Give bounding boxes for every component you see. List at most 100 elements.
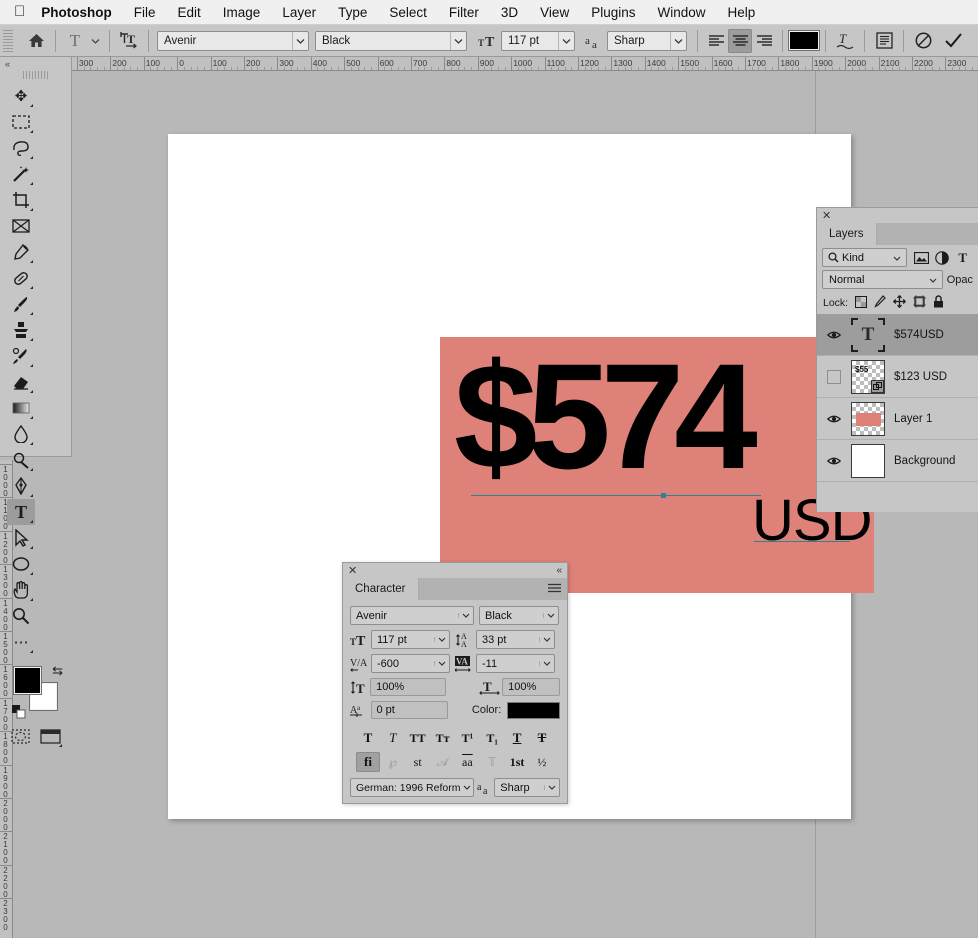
layer-name[interactable]: $123 USD <box>894 371 947 383</box>
dodge-tool[interactable] <box>7 447 35 473</box>
strikethrough-button[interactable]: T <box>530 728 554 748</box>
layer-visibility-toggle-on[interactable] <box>817 330 851 340</box>
menu-item-view[interactable]: View <box>529 5 580 20</box>
lock-position-icon[interactable] <box>893 295 906 311</box>
layer-thumbnail-smart-object[interactable]: $55 <box>851 359 885 394</box>
pixel-filter-icon[interactable] <box>911 248 932 267</box>
gradient-tool[interactable] <box>7 395 35 421</box>
quick-mask-icon[interactable] <box>7 723 35 749</box>
menu-item-image[interactable]: Image <box>212 5 272 20</box>
foreground-color-swatch[interactable] <box>13 666 42 695</box>
horizontal-ruler[interactable]: 300 200 100 0 100 200 300 400 500 600 700 800 900 100… <box>0 57 978 71</box>
blur-tool[interactable] <box>7 421 35 447</box>
char-anti-alias-select[interactable]: Sharp <box>494 778 560 797</box>
anti-alias-select[interactable]: Sharp <box>607 30 687 51</box>
brush-tool[interactable] <box>7 291 35 317</box>
menu-item-select[interactable]: Select <box>378 5 438 20</box>
char-tracking-select[interactable]: -11 <box>476 654 555 673</box>
menu-item-photoshop[interactable]: Photoshop <box>39 5 123 20</box>
home-icon[interactable] <box>23 28 49 54</box>
subscript-button[interactable]: T₁ <box>480 728 504 748</box>
align-center-button[interactable] <box>728 28 752 53</box>
char-color-swatch[interactable] <box>507 701 561 719</box>
hand-tool[interactable] <box>7 577 35 603</box>
blend-mode-select[interactable]: Normal <box>822 270 943 289</box>
lock-image-pixels-icon[interactable] <box>874 295 886 311</box>
menu-item-plugins[interactable]: Plugins <box>580 5 646 20</box>
menu-item-file[interactable]: File <box>123 5 167 20</box>
chevron-down-icon[interactable] <box>88 28 103 54</box>
lock-transparent-pixels-icon[interactable] <box>855 295 868 311</box>
menu-item-type[interactable]: Type <box>327 5 378 20</box>
default-colors-icon[interactable] <box>12 705 26 719</box>
font-size-select[interactable]: 117 pt <box>501 30 575 51</box>
layer-row[interactable]: $55 $123 USD <box>817 356 978 398</box>
layer-name[interactable]: Background <box>894 455 955 467</box>
lock-artboard-icon[interactable] <box>913 295 927 311</box>
warp-text-icon[interactable]: T <box>832 28 858 54</box>
collapse-double-arrow-icon[interactable]: « <box>556 565 562 576</box>
fractions-button[interactable]: ½ <box>530 752 554 772</box>
text-color-swatch[interactable] <box>788 30 820 51</box>
menu-item-3d[interactable]: 3D <box>490 5 529 20</box>
pen-tool[interactable] <box>7 473 35 499</box>
char-font-family-select[interactable]: Avenir <box>350 606 474 625</box>
adjustment-filter-icon[interactable] <box>932 248 953 267</box>
superscript-button[interactable]: T¹ <box>455 728 479 748</box>
standard-ligatures-button[interactable]: fi <box>356 752 380 772</box>
menu-item-window[interactable]: Window <box>646 5 716 20</box>
type-tool-icon[interactable]: T <box>62 28 88 54</box>
ordinals-button[interactable]: 1st <box>505 752 529 772</box>
font-family-select[interactable]: Avenir <box>157 30 309 51</box>
layer-row[interactable]: Layer 1 <box>817 398 978 440</box>
char-kerning-select[interactable]: -600 <box>371 654 450 673</box>
tools-panel-grip[interactable] <box>22 71 49 79</box>
panel-menu-icon[interactable] <box>548 583 561 595</box>
path-selection-tool[interactable] <box>7 525 35 551</box>
layer-visibility-toggle-off[interactable] <box>817 369 851 384</box>
faux-bold-button[interactable]: T <box>356 728 380 748</box>
tab-layers[interactable]: Layers <box>817 223 877 245</box>
faux-italic-button[interactable]: T <box>381 728 405 748</box>
spot-healing-brush-tool[interactable] <box>7 265 35 291</box>
text-orientation-icon[interactable]: T <box>116 28 142 54</box>
rectangular-marquee-tool[interactable] <box>7 109 35 135</box>
all-caps-button[interactable]: TT <box>406 728 430 748</box>
eraser-tool[interactable] <box>7 369 35 395</box>
type-filter-icon[interactable]: T <box>952 248 973 267</box>
small-caps-button[interactable]: Tᴛ <box>431 728 455 748</box>
commit-checkmark-icon[interactable] <box>940 28 966 54</box>
menu-item-filter[interactable]: Filter <box>438 5 490 20</box>
char-language-select[interactable]: German: 1996 Reform <box>350 778 474 797</box>
close-icon[interactable]: ✕ <box>348 564 357 577</box>
screen-mode-icon[interactable] <box>37 723 65 749</box>
char-leading-select[interactable]: 33 pt <box>476 630 555 649</box>
lock-all-icon[interactable] <box>933 295 944 311</box>
swap-colors-icon[interactable]: ⇆ <box>52 663 63 679</box>
character-paragraph-panels-icon[interactable] <box>871 28 897 54</box>
close-icon[interactable]: ✕ <box>822 209 831 222</box>
frame-tool[interactable] <box>7 213 35 239</box>
layer-visibility-toggle-on[interactable] <box>817 456 851 466</box>
swash-button[interactable]: 𝒜 <box>431 752 455 772</box>
eyedropper-tool[interactable] <box>7 239 35 265</box>
layer-filter-kind-select[interactable]: Kind <box>822 248 907 267</box>
headline-text[interactable]: $574 <box>454 341 758 491</box>
layer-row[interactable]: Background <box>817 440 978 482</box>
layer-thumbnail-pixel[interactable] <box>851 401 885 436</box>
ellipse-tool[interactable] <box>7 551 35 577</box>
char-font-size-select[interactable]: 117 pt <box>371 630 450 649</box>
lasso-tool[interactable] <box>7 135 35 161</box>
zoom-tool[interactable] <box>7 603 35 629</box>
clone-stamp-tool[interactable] <box>7 317 35 343</box>
align-left-button[interactable] <box>704 29 728 53</box>
salmon-rectangle-shape[interactable]: $574 USD <box>440 337 874 593</box>
layer-visibility-toggle-on[interactable] <box>817 414 851 424</box>
contextual-alternates-button[interactable]: ℘ <box>381 752 405 772</box>
crop-tool[interactable] <box>7 187 35 213</box>
edit-toolbar-tool[interactable]: ⋯ <box>7 629 35 655</box>
layer-name[interactable]: Layer 1 <box>894 413 932 425</box>
menu-item-help[interactable]: Help <box>717 5 767 20</box>
char-font-style-select[interactable]: Black <box>479 606 559 625</box>
tab-character[interactable]: Character <box>343 578 419 600</box>
